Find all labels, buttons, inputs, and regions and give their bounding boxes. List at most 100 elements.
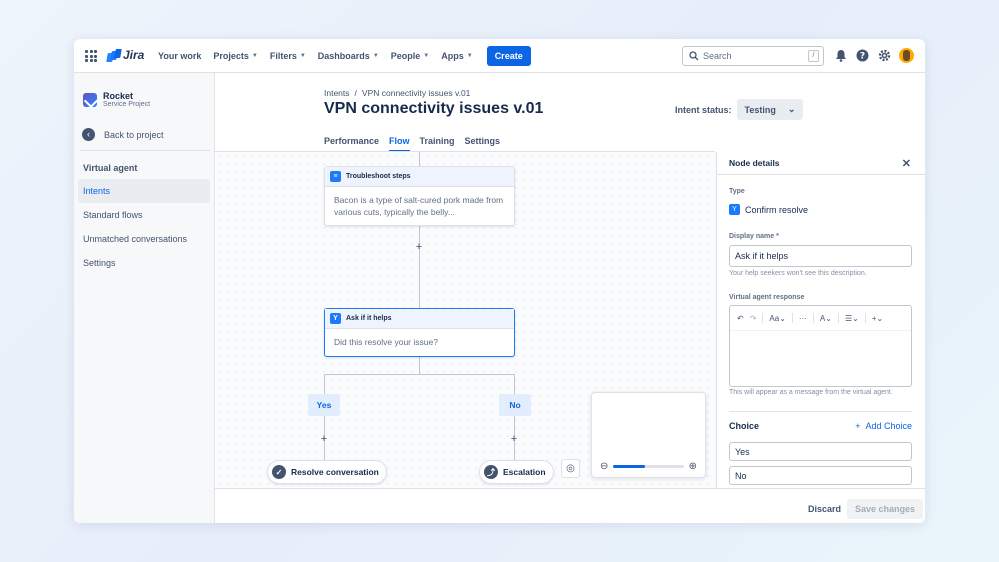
nav-people[interactable]: People ▼ bbox=[385, 51, 435, 61]
add-step-plus-icon[interactable]: + bbox=[414, 242, 424, 253]
nav-icons: ? bbox=[833, 48, 914, 63]
add-choice-button[interactable]: + Add Choice bbox=[855, 421, 912, 431]
branch-icon: Y bbox=[729, 204, 740, 215]
create-button[interactable]: Create bbox=[486, 46, 531, 66]
branch-yes[interactable]: Yes bbox=[308, 394, 340, 416]
back-to-project-link[interactable]: ‹ Back to project bbox=[82, 128, 164, 141]
nav-label: Filters bbox=[269, 51, 297, 61]
zoom-out-icon[interactable]: ⊖ bbox=[600, 461, 608, 472]
escalation-icon: ⤴ bbox=[484, 465, 498, 479]
intent-status: Intent status: Testing ⌄ bbox=[675, 99, 804, 120]
footer-bar: Discard Save changes bbox=[215, 488, 925, 523]
sidebar-item-settings[interactable]: Settings bbox=[78, 251, 210, 275]
chevron-down-icon: ▼ bbox=[372, 53, 379, 59]
flow-node-troubleshoot-steps[interactable]: ≡ Troubleshoot steps Bacon is a type of … bbox=[324, 166, 515, 226]
nav-label: Dashboards bbox=[317, 51, 370, 61]
panel-header: Node details ✕ bbox=[717, 152, 925, 175]
breadcrumb-intents-link[interactable]: Intents bbox=[324, 88, 350, 98]
nav-label: People bbox=[390, 51, 421, 61]
save-changes-button[interactable]: Save changes bbox=[847, 499, 924, 519]
undo-icon[interactable]: ↶ bbox=[737, 314, 744, 323]
notifications-bell-icon[interactable] bbox=[833, 48, 848, 63]
app-switcher-icon[interactable] bbox=[85, 50, 97, 62]
node-details-panel: Node details ✕ Type Y Confirm resolve Di… bbox=[716, 152, 925, 488]
add-step-plus-icon[interactable]: + bbox=[509, 434, 519, 445]
node-header: ≡ Troubleshoot steps bbox=[325, 167, 514, 187]
check-icon: ✓ bbox=[272, 465, 286, 479]
nav-your-work[interactable]: Your work bbox=[152, 51, 207, 61]
zoom-controls: ⊖ ⊕ bbox=[592, 455, 705, 477]
close-icon[interactable]: ✕ bbox=[902, 157, 911, 170]
intent-status-value: Testing bbox=[744, 104, 776, 115]
sidebar-item-unmatched-conversations[interactable]: Unmatched conversations bbox=[78, 227, 210, 251]
tab-bar: Performance Flow Training Settings bbox=[324, 136, 500, 152]
intent-status-label: Intent status: bbox=[675, 104, 732, 115]
tab-performance[interactable]: Performance bbox=[324, 136, 379, 152]
nav-dashboards[interactable]: Dashboards ▼ bbox=[312, 51, 385, 61]
nav-label: Your work bbox=[158, 51, 202, 61]
branch-no[interactable]: No bbox=[499, 394, 531, 416]
nav-filters[interactable]: Filters ▼ bbox=[264, 51, 312, 61]
arrow-left-icon: ‹ bbox=[82, 128, 95, 141]
redo-icon[interactable]: ↷ bbox=[750, 314, 757, 323]
text-style-icon[interactable]: Aa⌄ bbox=[769, 314, 786, 323]
zoom-slider[interactable] bbox=[613, 464, 684, 468]
nav-label: Apps bbox=[441, 51, 464, 61]
display-name-label: Display name * bbox=[729, 233, 779, 240]
flow-node-ask-if-it-helps[interactable]: Y Ask if it helps Did this resolve your … bbox=[324, 308, 515, 357]
choice-header: Choice + Add Choice bbox=[729, 421, 912, 431]
chevron-down-icon: ▼ bbox=[466, 53, 473, 59]
text-color-icon[interactable]: A⌄ bbox=[820, 314, 832, 323]
tab-flow[interactable]: Flow bbox=[389, 136, 410, 152]
sidebar-section-title: Virtual agent bbox=[83, 163, 138, 173]
sidebar-item-standard-flows[interactable]: Standard flows bbox=[78, 203, 210, 227]
discard-button[interactable]: Discard bbox=[804, 499, 845, 519]
minimap[interactable]: ⊖ ⊕ bbox=[591, 392, 706, 478]
tab-training[interactable]: Training bbox=[420, 136, 455, 152]
end-node-resolve-conversation[interactable]: ✓ Resolve conversation bbox=[267, 460, 387, 484]
choice-label: Choice bbox=[729, 421, 760, 431]
zoom-slider-fill bbox=[613, 464, 645, 468]
choice-field-yes[interactable]: Yes bbox=[729, 442, 912, 461]
search-shortcut-hint: / bbox=[808, 50, 819, 62]
jira-logo[interactable]: Jira bbox=[106, 48, 145, 62]
search-icon bbox=[689, 51, 699, 61]
search-input[interactable]: Search / bbox=[682, 46, 824, 66]
display-name-field[interactable]: Ask if it helps bbox=[729, 245, 912, 267]
flow-canvas[interactable]: ≡ Troubleshoot steps Bacon is a type of … bbox=[216, 152, 716, 488]
node-body: Did this resolve your issue? bbox=[334, 337, 438, 347]
response-editor[interactable]: ↶ ↷ Aa⌄ ··· A⌄ ☰⌄ +⌄ bbox=[729, 305, 912, 387]
sidebar-item-intents[interactable]: Intents bbox=[78, 179, 210, 203]
recenter-target-icon[interactable]: ◎ bbox=[561, 459, 580, 478]
chevron-down-icon: ▼ bbox=[251, 53, 258, 59]
project-name: Rocket bbox=[103, 91, 134, 101]
panel-title: Node details bbox=[729, 158, 780, 168]
nav-projects[interactable]: Projects ▼ bbox=[207, 51, 263, 61]
logo-text: Jira bbox=[123, 48, 145, 62]
settings-gear-icon[interactable] bbox=[877, 48, 892, 63]
add-step-plus-icon[interactable]: + bbox=[319, 434, 329, 445]
jira-logo-icon bbox=[106, 48, 122, 62]
choice-field-no[interactable]: No bbox=[729, 466, 912, 485]
end-node-label: Resolve conversation bbox=[291, 467, 379, 477]
more-icon[interactable]: ··· bbox=[799, 314, 807, 323]
intent-status-dropdown[interactable]: Testing ⌄ bbox=[736, 99, 804, 120]
sidebar-divider bbox=[80, 150, 210, 151]
project-header[interactable]: Rocket Service Project bbox=[83, 91, 150, 108]
project-icon bbox=[83, 92, 97, 107]
user-avatar[interactable] bbox=[899, 48, 914, 63]
breadcrumb-current[interactable]: VPN connectivity issues v.01 bbox=[362, 88, 471, 98]
node-body: Bacon is a type of salt-cured pork made … bbox=[334, 195, 504, 217]
nav-apps[interactable]: Apps ▼ bbox=[435, 51, 478, 61]
insert-plus-icon[interactable]: +⌄ bbox=[872, 314, 883, 323]
response-label: Virtual agent response bbox=[729, 294, 805, 301]
breadcrumb-separator: / bbox=[354, 88, 357, 98]
zoom-in-icon[interactable]: ⊕ bbox=[689, 461, 697, 472]
tab-settings[interactable]: Settings bbox=[465, 136, 501, 152]
response-help: This will appear as a message from the v… bbox=[729, 389, 893, 396]
message-icon: ≡ bbox=[330, 171, 341, 182]
help-icon[interactable]: ? bbox=[855, 48, 870, 63]
end-node-escalation[interactable]: ⤴ Escalation bbox=[479, 460, 554, 484]
list-icon[interactable]: ☰⌄ bbox=[845, 314, 859, 323]
svg-text:?: ? bbox=[860, 52, 865, 62]
